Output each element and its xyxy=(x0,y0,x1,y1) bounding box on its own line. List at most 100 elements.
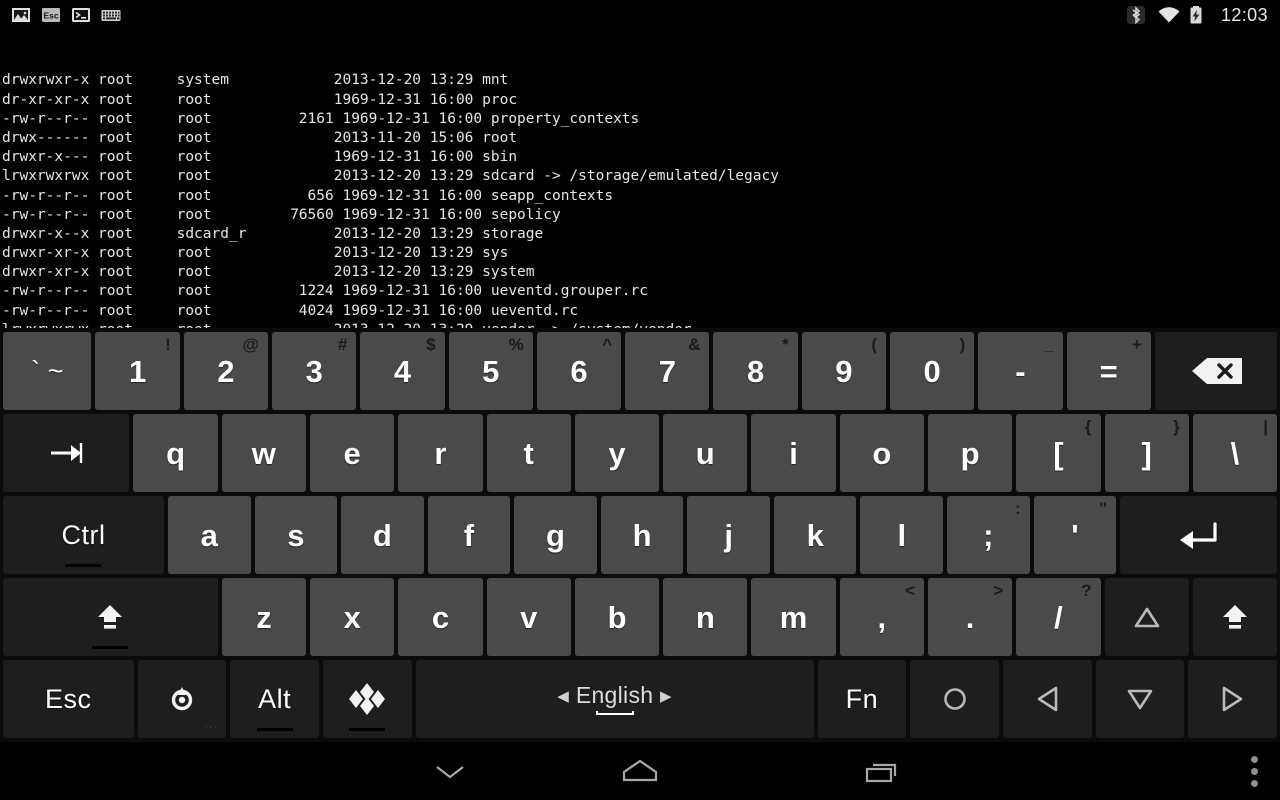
key-enter[interactable] xyxy=(1120,496,1278,574)
key-label: k xyxy=(806,517,824,553)
key-l[interactable]: l xyxy=(860,496,944,574)
key-u[interactable]: u xyxy=(663,414,748,492)
key-label: 7 xyxy=(658,353,676,389)
key-ctrl[interactable]: Ctrl xyxy=(3,496,164,574)
key-shift-label: { xyxy=(1084,417,1092,436)
key-shift-label: } xyxy=(1173,417,1180,436)
key-shift-label: % xyxy=(508,335,524,354)
key-label: w xyxy=(251,435,276,471)
key-arrow-down[interactable] xyxy=(1095,660,1185,738)
key-p[interactable]: p xyxy=(927,414,1013,492)
key-r[interactable]: r xyxy=(398,414,483,492)
key-t[interactable]: t xyxy=(486,414,571,492)
key-q[interactable]: q xyxy=(133,414,218,492)
key-1[interactable]: 1! xyxy=(95,332,180,410)
key-j[interactable]: j xyxy=(687,496,770,574)
shift-icon xyxy=(1215,600,1255,634)
overflow-menu-icon[interactable] xyxy=(1251,755,1258,787)
key-quote[interactable]: ' " xyxy=(1033,496,1117,574)
key-period[interactable]: . > xyxy=(927,578,1013,656)
key-label: - xyxy=(1015,353,1026,389)
key-s[interactable]: s xyxy=(254,496,338,574)
key-2[interactable]: 2 @ xyxy=(183,332,269,410)
key-slash[interactable]: /? xyxy=(1016,578,1101,656)
key-comma[interactable]: , < xyxy=(839,578,924,656)
key-shift-label: ! xyxy=(165,335,171,354)
key-g[interactable]: g xyxy=(514,496,597,574)
key-meta[interactable] xyxy=(322,660,412,738)
key-bracketleft[interactable]: [{ xyxy=(1016,414,1101,492)
key-f[interactable]: f xyxy=(427,496,511,574)
key-4[interactable]: 4 $ xyxy=(360,332,445,410)
key-alt[interactable]: Alt xyxy=(230,660,319,738)
key-label: ' xyxy=(1071,517,1079,553)
key-n[interactable]: n xyxy=(663,578,748,656)
home-icon[interactable] xyxy=(612,754,668,788)
key-modifier-indicator xyxy=(256,728,293,731)
key-space[interactable]: ◀ English ▶ xyxy=(415,660,814,738)
home-row: Ctrl a s d f g h j k l;: ' " xyxy=(1,494,1279,576)
key-x[interactable]: x xyxy=(310,578,395,656)
key-tab[interactable] xyxy=(3,414,130,492)
key-label: 9 xyxy=(835,353,853,389)
key-backslash[interactable]: \ | xyxy=(1192,414,1278,492)
key-label: Esc xyxy=(45,683,92,714)
key-m[interactable]: m xyxy=(751,578,836,656)
key-a[interactable]: a xyxy=(167,496,251,574)
key-fn[interactable]: Fn xyxy=(817,660,907,738)
key-label: 1 xyxy=(129,353,147,389)
key-i[interactable]: i xyxy=(751,414,836,492)
key-h[interactable]: h xyxy=(600,496,684,574)
prev-language-icon[interactable]: ◀ xyxy=(557,688,569,705)
terminal-line: lrwxrwxrwx root root 2013-12-20 13:29 sd… xyxy=(2,168,779,185)
key-label: b xyxy=(607,599,627,635)
key-w[interactable]: w xyxy=(221,414,306,492)
key-d[interactable]: d xyxy=(341,496,424,574)
key-backspace[interactable] xyxy=(1154,332,1278,410)
next-language-icon[interactable]: ▶ xyxy=(660,688,672,705)
key-z[interactable]: z xyxy=(221,578,307,656)
key-esc[interactable]: Esc xyxy=(3,660,134,738)
key-6[interactable]: 6 ^ xyxy=(536,332,622,410)
bottom-letter-row: z x c v b n m, <. > /? xyxy=(1,576,1279,658)
key-circle[interactable] xyxy=(910,660,999,738)
key-label: f xyxy=(463,517,475,553)
key-o[interactable]: o xyxy=(839,414,924,492)
terminal-output[interactable]: drwxrwxr-x root system 2013-12-20 13:29 … xyxy=(0,30,1280,328)
key-backquote[interactable]: ` ~ xyxy=(3,332,92,410)
key-semicolon[interactable]: ;: xyxy=(947,496,1030,574)
key-settings[interactable]: ··· xyxy=(137,660,227,738)
key-label: p xyxy=(960,435,980,471)
key-3[interactable]: 3 # xyxy=(272,332,357,410)
recents-icon[interactable] xyxy=(857,754,907,788)
on-screen-keyboard[interactable]: ` ~1! 2 @3 #4 $5% 6 ^ 7 & 8 * 9(0) - _ = + q w e r t y u i o p[{… xyxy=(0,328,1280,742)
key-b[interactable]: b xyxy=(574,578,660,656)
key-c[interactable]: c xyxy=(398,578,483,656)
key-9[interactable]: 9( xyxy=(801,332,887,410)
key-k[interactable]: k xyxy=(773,496,857,574)
key-shift-right[interactable] xyxy=(1192,578,1278,656)
hide-keyboard-icon[interactable] xyxy=(425,755,475,787)
circle-icon xyxy=(938,682,972,716)
key-0[interactable]: 0) xyxy=(890,332,975,410)
key-shift-label: : xyxy=(1014,499,1021,518)
key-arrow-left[interactable] xyxy=(1002,660,1092,738)
key-bracketright[interactable]: ]} xyxy=(1104,414,1189,492)
key-8[interactable]: 8 * xyxy=(713,332,798,410)
terminal-line: drwxr-xr-x root root 2013-12-20 13:29 sy… xyxy=(2,245,509,262)
key-5[interactable]: 5% xyxy=(448,332,533,410)
key-y[interactable]: y xyxy=(574,414,660,492)
key-equals[interactable]: = + xyxy=(1066,332,1151,410)
key-arrow-right[interactable] xyxy=(1188,660,1277,738)
key-shift-left[interactable] xyxy=(3,578,218,656)
key-e[interactable]: e xyxy=(309,414,395,492)
key-label: x xyxy=(343,599,361,635)
key-label: Ctrl xyxy=(61,519,106,550)
key-v[interactable]: v xyxy=(486,578,571,656)
key-arrow-up[interactable] xyxy=(1104,578,1189,656)
key-7[interactable]: 7 & xyxy=(625,332,710,410)
overflow-dot xyxy=(1251,767,1258,775)
key-minus[interactable]: - _ xyxy=(978,332,1063,410)
wifi-icon xyxy=(1157,4,1180,26)
key-shift-label: | xyxy=(1263,417,1269,436)
